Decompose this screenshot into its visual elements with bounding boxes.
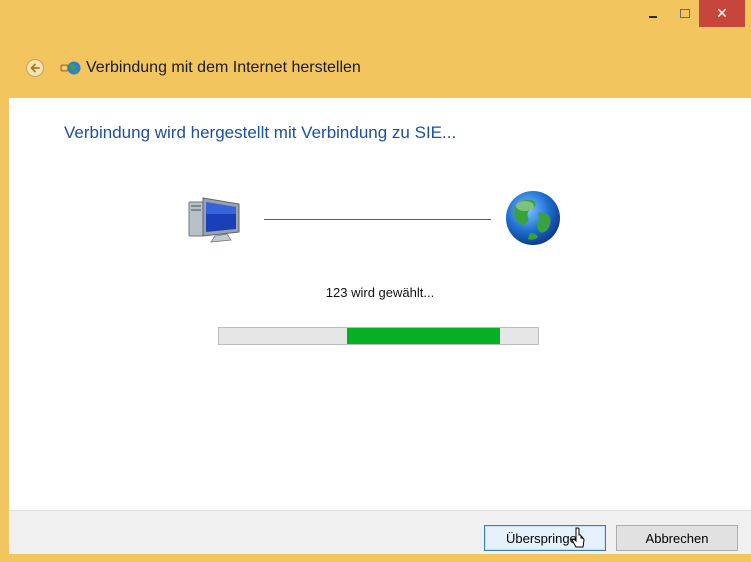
maximize-button[interactable] <box>671 0 699 27</box>
status-text: 123 wird gewählt... <box>325 285 435 300</box>
back-button[interactable] <box>26 59 44 77</box>
dialog-window: ✕ Verbindung mit dem Internet herstellen… <box>0 0 751 562</box>
back-arrow-icon <box>30 63 40 73</box>
close-button[interactable]: ✕ <box>699 0 745 27</box>
minimize-button[interactable] <box>639 0 667 27</box>
computer-icon <box>188 197 240 243</box>
skip-button[interactable]: Überspringen <box>484 525 606 551</box>
window-frame-bottom <box>0 554 751 562</box>
content-area: Verbindung wird hergestellt mit Verbindu… <box>9 98 751 510</box>
cancel-button[interactable]: Abbrechen <box>616 525 738 551</box>
window-frame <box>0 0 9 562</box>
progress-chunk <box>347 328 500 344</box>
connection-line <box>264 219 491 220</box>
mouse-cursor-icon <box>571 527 585 548</box>
page-heading: Verbindung wird hergestellt mit Verbindu… <box>64 123 457 142</box>
network-connection-icon <box>60 61 81 75</box>
button-bar: Überspringen Abbrechen <box>9 510 751 554</box>
globe-icon <box>506 191 560 245</box>
maximize-icon <box>680 9 690 18</box>
progress-bar <box>218 327 539 345</box>
window-title: Verbindung mit dem Internet herstellen <box>86 59 361 76</box>
minimize-icon <box>649 15 657 18</box>
close-icon: ✕ <box>716 5 728 22</box>
